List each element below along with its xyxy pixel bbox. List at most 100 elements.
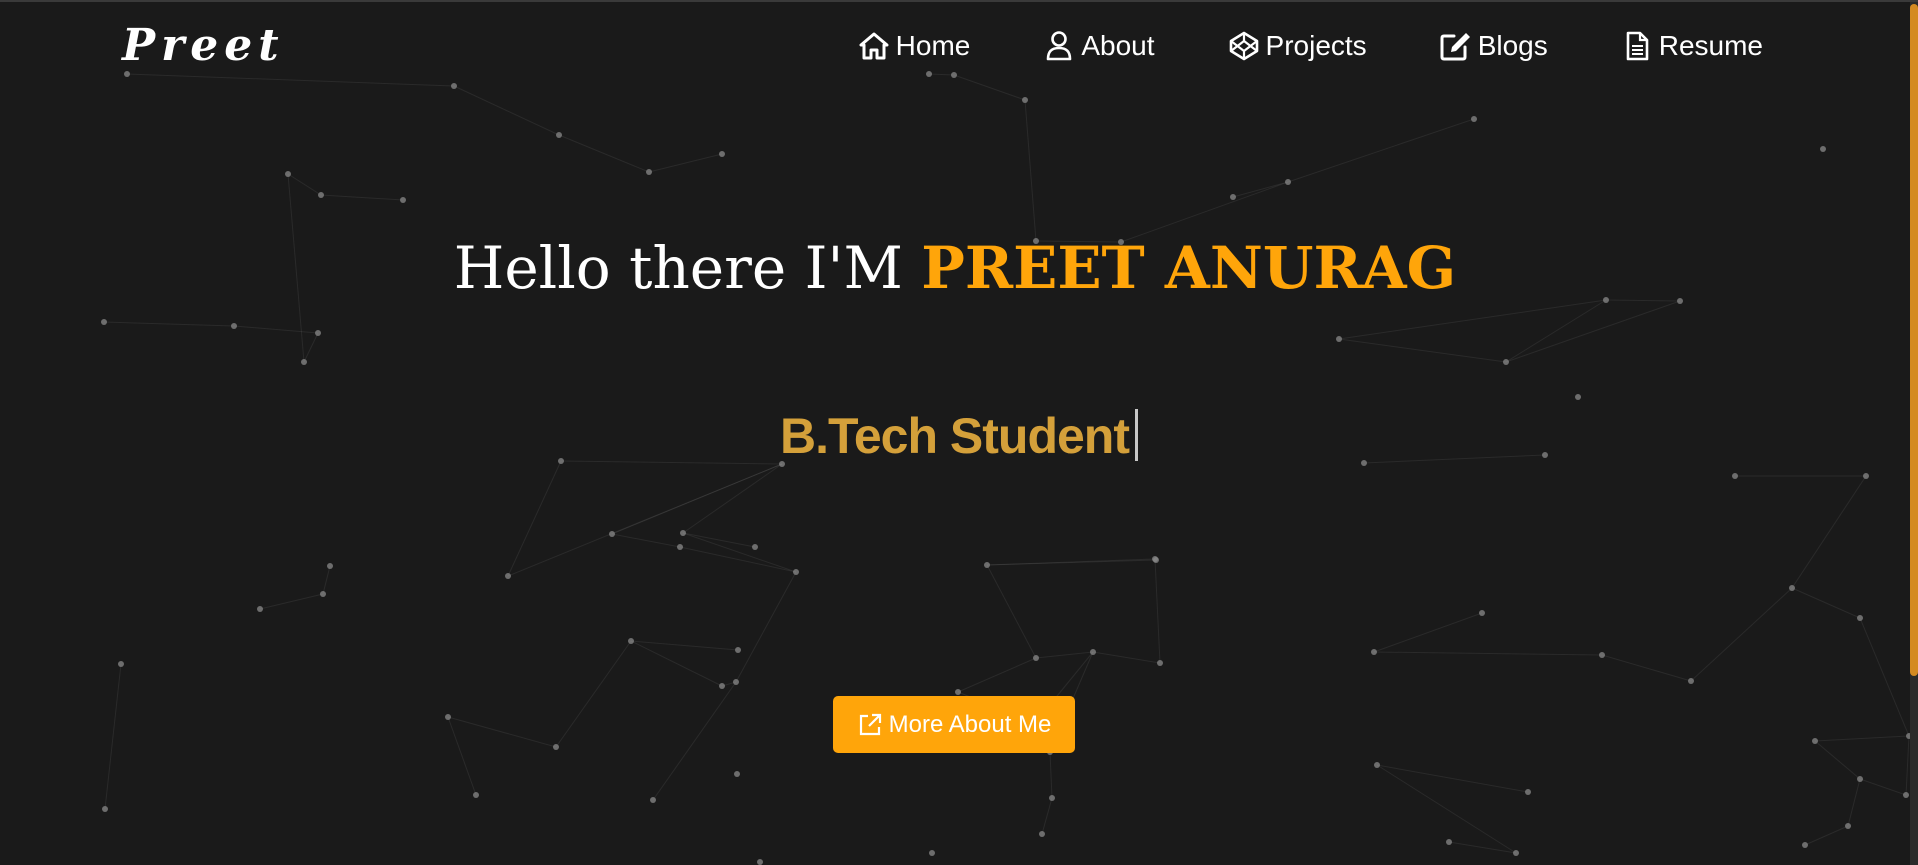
particle-dot [1863, 473, 1869, 479]
particle-dot [118, 661, 124, 667]
particle-dot [318, 192, 324, 198]
typing-caret [1134, 409, 1138, 461]
particle-dot [733, 679, 739, 685]
particle-link [1505, 299, 1607, 363]
particle-dot [1471, 116, 1477, 122]
particle-dot [102, 806, 108, 812]
particle-link [259, 593, 324, 610]
particle-link [1505, 300, 1681, 363]
external-link-icon [857, 712, 883, 738]
particle-dot [646, 169, 652, 175]
particle-dot [650, 797, 656, 803]
particle-dot [1033, 655, 1039, 661]
particle-dot [757, 859, 763, 865]
particle-dot [1371, 649, 1377, 655]
particle-dot [1285, 179, 1291, 185]
particle-link [1338, 299, 1607, 340]
nav-item-resume[interactable]: Resume [1621, 30, 1763, 62]
particle-dot [320, 591, 326, 597]
particle-dot [793, 569, 799, 575]
particle-link [1804, 825, 1849, 846]
particle-link [320, 194, 404, 201]
particle-dot [1599, 652, 1605, 658]
particle-dot [1820, 146, 1826, 152]
particle-link [1448, 841, 1517, 854]
particle-link [1376, 764, 1529, 793]
particle-dot [1503, 359, 1509, 365]
particle-dot [257, 606, 263, 612]
nav-item-blogs[interactable]: Blogs [1440, 30, 1548, 62]
particle-dot [955, 689, 961, 695]
nav-item-label: Home [895, 30, 971, 61]
particle-dot [1812, 738, 1818, 744]
particle-dot [301, 359, 307, 365]
particle-link [1035, 651, 1094, 659]
more-about-me-button[interactable]: More About Me [833, 696, 1075, 753]
particle-dot [556, 132, 562, 138]
particle-dot [400, 197, 406, 203]
particle-link [233, 325, 319, 334]
particle-link [104, 663, 122, 810]
particle-dot [1479, 610, 1485, 616]
particle-dot [473, 792, 479, 798]
nav-item-label: Resume [1658, 30, 1763, 61]
particle-dot [1157, 660, 1163, 666]
particle-link [1041, 797, 1053, 835]
particle-dot [1575, 394, 1581, 400]
particle-link [1814, 735, 1910, 742]
particle-link [679, 546, 797, 573]
particle-link [303, 332, 319, 363]
particle-link [1287, 118, 1475, 183]
particle-link [682, 532, 797, 573]
particle-link [507, 460, 562, 577]
nav-item-label: Projects [1265, 30, 1367, 61]
particle-link [1601, 654, 1692, 682]
logo[interactable]: Preet [122, 20, 285, 71]
particle-link [1373, 612, 1483, 653]
typed-subtitle: B.Tech Student [0, 407, 1918, 465]
particle-link [986, 564, 1037, 659]
scrollbar[interactable] [1910, 2, 1918, 865]
nav-item-label: Blogs [1477, 30, 1548, 61]
particle-link [611, 533, 681, 548]
particle-dot [984, 562, 990, 568]
hero-title: Hello there I'M PREET ANURAG [0, 234, 1914, 302]
particle-link [287, 173, 322, 196]
particle-dot [101, 319, 107, 325]
nav-item-home[interactable]: Home [858, 30, 971, 62]
particle-link [1376, 764, 1517, 854]
particle-link [1791, 587, 1861, 619]
particle-dot [315, 330, 321, 336]
page: Preet Home About Projects Blogs Resume H… [0, 0, 1918, 865]
particle-dot [719, 151, 725, 157]
hero-name: PREET ANURAG [921, 234, 1457, 302]
particle-link [1092, 651, 1161, 664]
particle-dot [1857, 615, 1863, 621]
particle-link [1120, 181, 1289, 243]
particle-link [1859, 617, 1910, 737]
particle-link [735, 571, 797, 683]
particle-link [957, 657, 1037, 693]
particle-dot [327, 563, 333, 569]
particle-dot [1732, 473, 1738, 479]
particle-dot [677, 544, 683, 550]
cta-label: More About Me [888, 710, 1052, 738]
nav-item-projects[interactable]: Projects [1228, 30, 1367, 62]
particle-link [447, 716, 477, 796]
scrollbar-thumb[interactable] [1910, 4, 1918, 676]
particle-dot [1039, 831, 1045, 837]
particle-dot [929, 850, 935, 856]
particle-link [1373, 651, 1603, 656]
user-icon [1043, 30, 1075, 62]
particle-dot [1336, 336, 1342, 342]
particle-link [1024, 99, 1037, 242]
particle-dot [735, 647, 741, 653]
particle-link [1690, 587, 1793, 682]
particle-dot [680, 530, 686, 536]
document-icon [1621, 30, 1653, 62]
particle-link [1154, 558, 1161, 664]
particle-dot [752, 544, 758, 550]
typed-text: B.Tech Student [780, 408, 1130, 464]
nav-item-about[interactable]: About [1043, 30, 1155, 62]
particle-link [322, 565, 331, 595]
